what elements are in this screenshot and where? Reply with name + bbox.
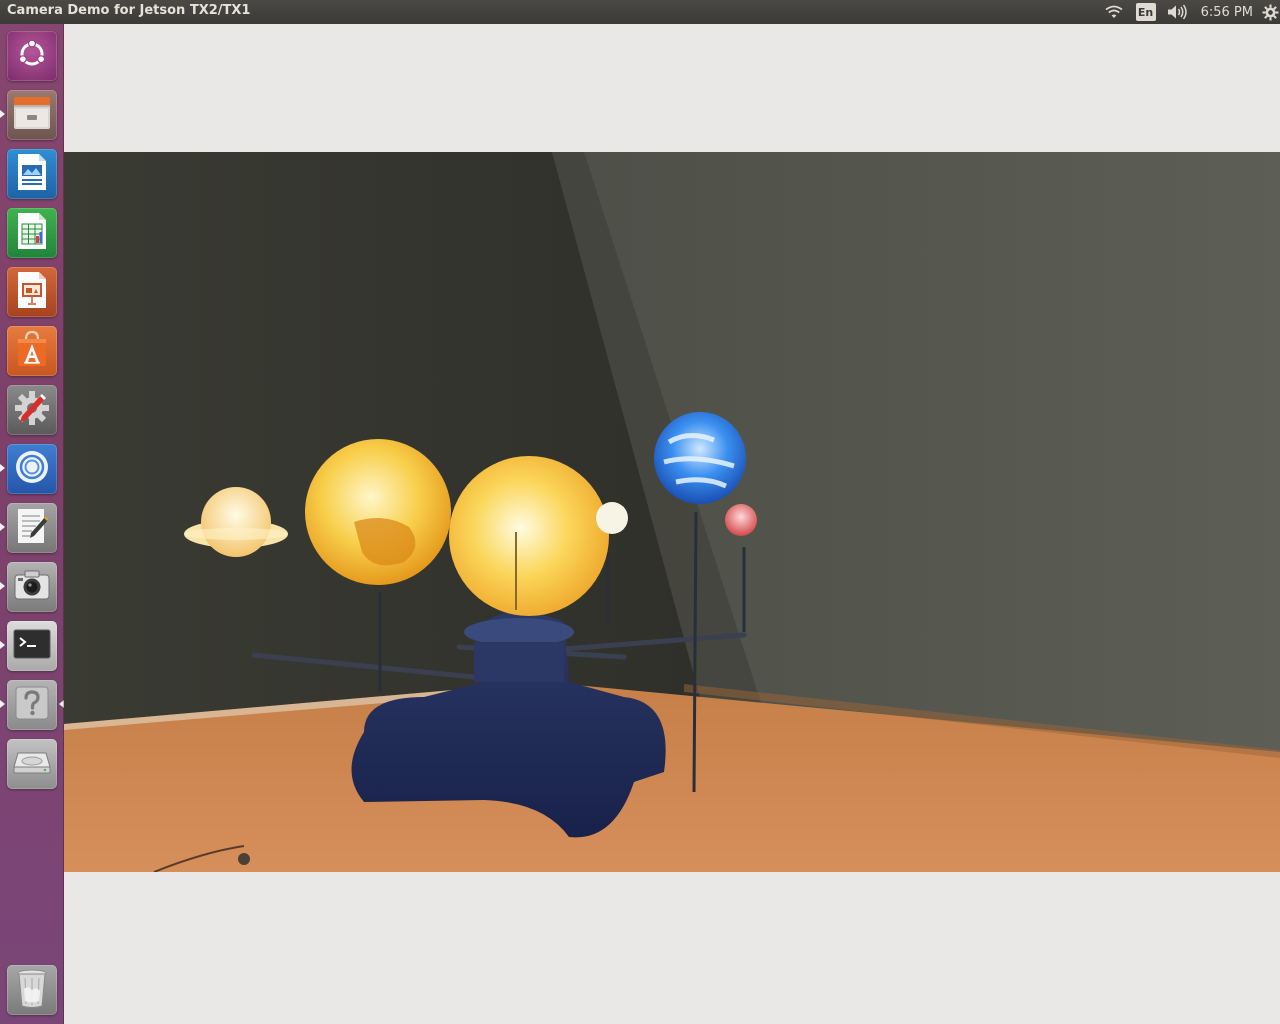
launcher-item-dash[interactable] [7, 31, 57, 81]
clock[interactable]: 6:56 PM [1201, 0, 1253, 24]
camera-feed-view [64, 152, 1280, 872]
help-icon [13, 684, 51, 726]
launcher-item-files[interactable] [7, 90, 57, 140]
launcher-item-writer[interactable] [7, 149, 57, 199]
camera-demo-window [64, 24, 1280, 1024]
launcher-item-help[interactable] [7, 680, 57, 730]
settings-wrench-icon [12, 388, 52, 432]
launcher-item-camera-demo[interactable] [7, 562, 57, 612]
running-indicator [0, 641, 5, 649]
shopping-bag-icon [14, 329, 50, 373]
file-cabinet-icon [12, 94, 52, 136]
launcher-item-drive[interactable] [7, 739, 57, 789]
launcher-item-terminal[interactable] [7, 621, 57, 671]
terminal-icon [12, 628, 52, 664]
chromium-icon [13, 448, 51, 490]
launcher-item-trash[interactable] [7, 965, 57, 1015]
text-editor-icon [14, 506, 50, 550]
impress-presentation-icon [15, 270, 49, 314]
hard-drive-icon [12, 747, 52, 781]
launcher-item-system-settings[interactable] [7, 385, 57, 435]
camera-feed-image [64, 152, 1280, 872]
running-indicator [0, 464, 5, 472]
launcher-item-text-editor[interactable] [7, 503, 57, 553]
running-indicator [0, 110, 5, 118]
trash-icon [15, 967, 49, 1013]
calc-spreadsheet-icon [15, 211, 49, 255]
running-indicator [0, 700, 5, 708]
ubuntu-logo-icon [15, 37, 49, 75]
running-indicator [0, 523, 5, 531]
keyboard-layout-indicator[interactable]: En [1135, 3, 1156, 21]
wifi-icon[interactable] [1104, 0, 1126, 24]
indicator-area: En 6:56 PM [1104, 0, 1280, 24]
window-title: Camera Demo for Jetson TX2/TX1 [7, 3, 251, 18]
launcher [0, 24, 64, 1024]
launcher-item-software[interactable] [7, 326, 57, 376]
writer-document-icon [15, 152, 49, 196]
camera-icon [12, 567, 52, 607]
running-indicator [0, 582, 5, 590]
top-panel: Camera Demo for Jetson TX2/TX1 En 6:56 P… [0, 0, 1280, 24]
launcher-item-calc[interactable] [7, 208, 57, 258]
speaker-icon[interactable] [1166, 0, 1188, 24]
launcher-item-impress[interactable] [7, 267, 57, 317]
gear-icon[interactable] [1262, 0, 1280, 24]
launcher-item-chromium[interactable] [7, 444, 57, 494]
